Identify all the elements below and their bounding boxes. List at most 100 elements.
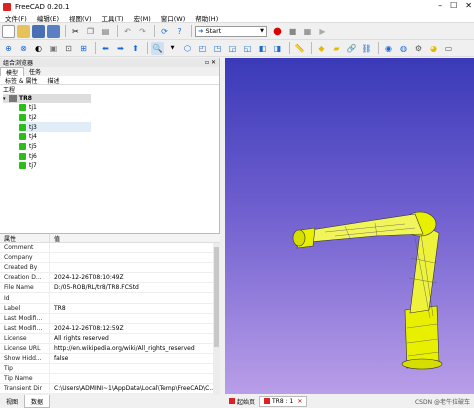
zoom-icon[interactable]: 🔍	[151, 41, 164, 55]
isometric-view-icon[interactable]: ⬡	[181, 42, 194, 55]
bounding-box-icon[interactable]: ▣	[47, 42, 60, 55]
sync-view-icon[interactable]: ⊞	[77, 42, 90, 55]
tab-view[interactable]: 视图	[0, 395, 24, 408]
settings-icon[interactable]: ⚙	[412, 42, 425, 55]
view-selection-icon[interactable]: ⊡	[62, 42, 75, 55]
property-value[interactable]: 2024-12-26T08:12:59Z	[50, 324, 220, 333]
tree-item[interactable]: tj2	[19, 113, 91, 123]
tab-data[interactable]: 数据	[24, 395, 51, 408]
menu-view[interactable]: 视图(V)	[64, 13, 97, 23]
macro-run-icon[interactable]: ▶	[316, 25, 329, 38]
nav-home-icon[interactable]: ⬆	[129, 42, 142, 55]
property-value[interactable]: TR8	[50, 304, 220, 313]
nav-back-icon[interactable]: ⬅	[99, 42, 112, 55]
rear-view-icon[interactable]: ◱	[241, 42, 254, 55]
macro-record-icon[interactable]: ●	[271, 25, 284, 38]
property-row[interactable]: Transient Dir C:\Users\ADMINI~1\AppData\L…	[0, 384, 220, 395]
property-row[interactable]: Last Modifi...	[0, 313, 220, 324]
minimize-icon[interactable]: –	[438, 1, 442, 10]
property-value[interactable]	[50, 314, 220, 323]
link-icon[interactable]: 🔗	[345, 42, 358, 55]
property-row[interactable]: Creation D... 2024-12-26T08:10:49Z	[0, 273, 220, 284]
property-row[interactable]: File Name D:/05-ROB/RL/tr8/TR8.FCStd	[0, 283, 220, 294]
whats-this-icon[interactable]: ?	[173, 25, 186, 38]
material-icon[interactable]: ◉	[382, 42, 395, 55]
tab-tr8-document[interactable]: TR8 : 1 ✕	[259, 395, 308, 407]
undo-icon[interactable]: ↶	[121, 25, 134, 38]
property-row[interactable]: Comment	[0, 243, 220, 254]
property-row[interactable]: License URL http://en.wikipedia.org/wiki/…	[0, 343, 220, 355]
tree-item[interactable]: tj3	[19, 122, 91, 133]
property-value[interactable]: 2024-12-26T08:10:49Z	[50, 273, 220, 282]
measure-distance-icon[interactable]: 📏	[293, 42, 306, 55]
panel-controls[interactable]: ▫ ✕	[205, 59, 216, 66]
property-row[interactable]: Tip Name	[0, 374, 220, 385]
group-icon[interactable]: ▰	[330, 42, 343, 55]
property-row[interactable]: Tip	[0, 364, 220, 375]
right-view-icon[interactable]: ◲	[226, 42, 239, 55]
menu-macro[interactable]: 宏(M)	[129, 13, 156, 23]
property-value[interactable]: D:/05-ROB/RL/tr8/TR8.FCStd	[50, 283, 220, 292]
scrollbar-thumb[interactable]	[214, 247, 219, 347]
new-document-icon[interactable]	[2, 24, 15, 38]
part-icon[interactable]: ◆	[315, 42, 328, 55]
property-row[interactable]: Last Modifi... 2024-12-26T08:12:59Z	[0, 323, 220, 334]
property-row[interactable]: Company	[0, 253, 220, 264]
workbench-selector[interactable]: ➜ Start ▼	[195, 25, 267, 37]
property-value[interactable]	[50, 293, 220, 302]
paste-icon[interactable]: ▤	[99, 25, 112, 38]
close-icon[interactable]: ✕	[297, 398, 302, 405]
property-row[interactable]: Id	[0, 293, 220, 304]
top-view-icon[interactable]: ◳	[211, 42, 224, 55]
close-icon[interactable]: ✕	[465, 1, 472, 10]
property-value[interactable]: All rights reserved	[50, 334, 220, 343]
fit-selection-icon[interactable]: ⊗	[17, 42, 30, 55]
bottom-view-icon[interactable]: ◧	[256, 42, 269, 55]
tree-item[interactable]: tj6	[19, 151, 91, 161]
property-value[interactable]	[50, 364, 220, 373]
property-scrollbar[interactable]	[213, 243, 220, 395]
save-icon[interactable]	[32, 24, 45, 38]
property-value[interactable]	[50, 243, 220, 252]
property-value[interactable]: http://en.wikipedia.org/wiki/All_rights_…	[50, 344, 220, 353]
subtab-description[interactable]: 描述	[43, 76, 65, 85]
draw-style-icon[interactable]: ◐	[32, 42, 45, 55]
tree-document-row[interactable]: ▾ TR8	[3, 94, 91, 103]
maximize-icon[interactable]: ☐	[450, 1, 457, 10]
fit-all-icon[interactable]: ⊕	[2, 42, 15, 55]
open-folder-icon[interactable]	[17, 24, 30, 38]
save-as-icon[interactable]	[47, 24, 60, 38]
property-row[interactable]: Show Hidd... false	[0, 354, 220, 365]
console-icon[interactable]: ▭	[442, 42, 455, 55]
menu-help[interactable]: 帮助(H)	[190, 13, 223, 23]
property-value[interactable]	[50, 253, 220, 262]
macros-icon[interactable]: ▦	[301, 25, 314, 38]
property-row[interactable]: Label TR8	[0, 303, 220, 314]
property-value[interactable]: false	[50, 354, 220, 363]
tree-item[interactable]: tj5	[19, 142, 91, 152]
tree-item[interactable]: tj1	[19, 103, 91, 113]
menu-edit[interactable]: 编辑(E)	[32, 13, 64, 23]
front-view-icon[interactable]: ◰	[196, 42, 209, 55]
3d-viewport[interactable]	[225, 58, 474, 394]
macro-stop-icon[interactable]: ■	[286, 25, 299, 38]
cut-icon[interactable]: ✂	[69, 25, 82, 38]
tree-item[interactable]: tj4	[19, 132, 91, 142]
property-row[interactable]: License All rights reserved	[0, 333, 220, 344]
refresh-icon[interactable]: ⟳	[158, 25, 171, 38]
menu-window[interactable]: 窗口(W)	[156, 13, 191, 23]
menu-tools[interactable]: 工具(T)	[97, 13, 129, 23]
tree-item[interactable]: tj7	[19, 161, 91, 171]
robot-icon[interactable]: ◕	[427, 42, 440, 55]
subtab-labels[interactable]: 标签 & 属性	[0, 76, 43, 85]
nav-forward-icon[interactable]: ➡	[114, 42, 127, 55]
copy-icon[interactable]: ❐	[84, 25, 97, 38]
tab-start-page[interactable]: 起始页	[225, 396, 259, 407]
property-value[interactable]	[50, 374, 220, 383]
redo-icon[interactable]: ↷	[136, 25, 149, 38]
property-value[interactable]	[50, 263, 220, 272]
menu-file[interactable]: 文件(F)	[0, 13, 32, 23]
left-view-icon[interactable]: ◨	[271, 42, 284, 55]
workbench-info-icon[interactable]: ◍	[397, 42, 410, 55]
property-value[interactable]: C:\Users\ADMINI~1\AppData\Local\Temp\Fre…	[50, 384, 220, 393]
